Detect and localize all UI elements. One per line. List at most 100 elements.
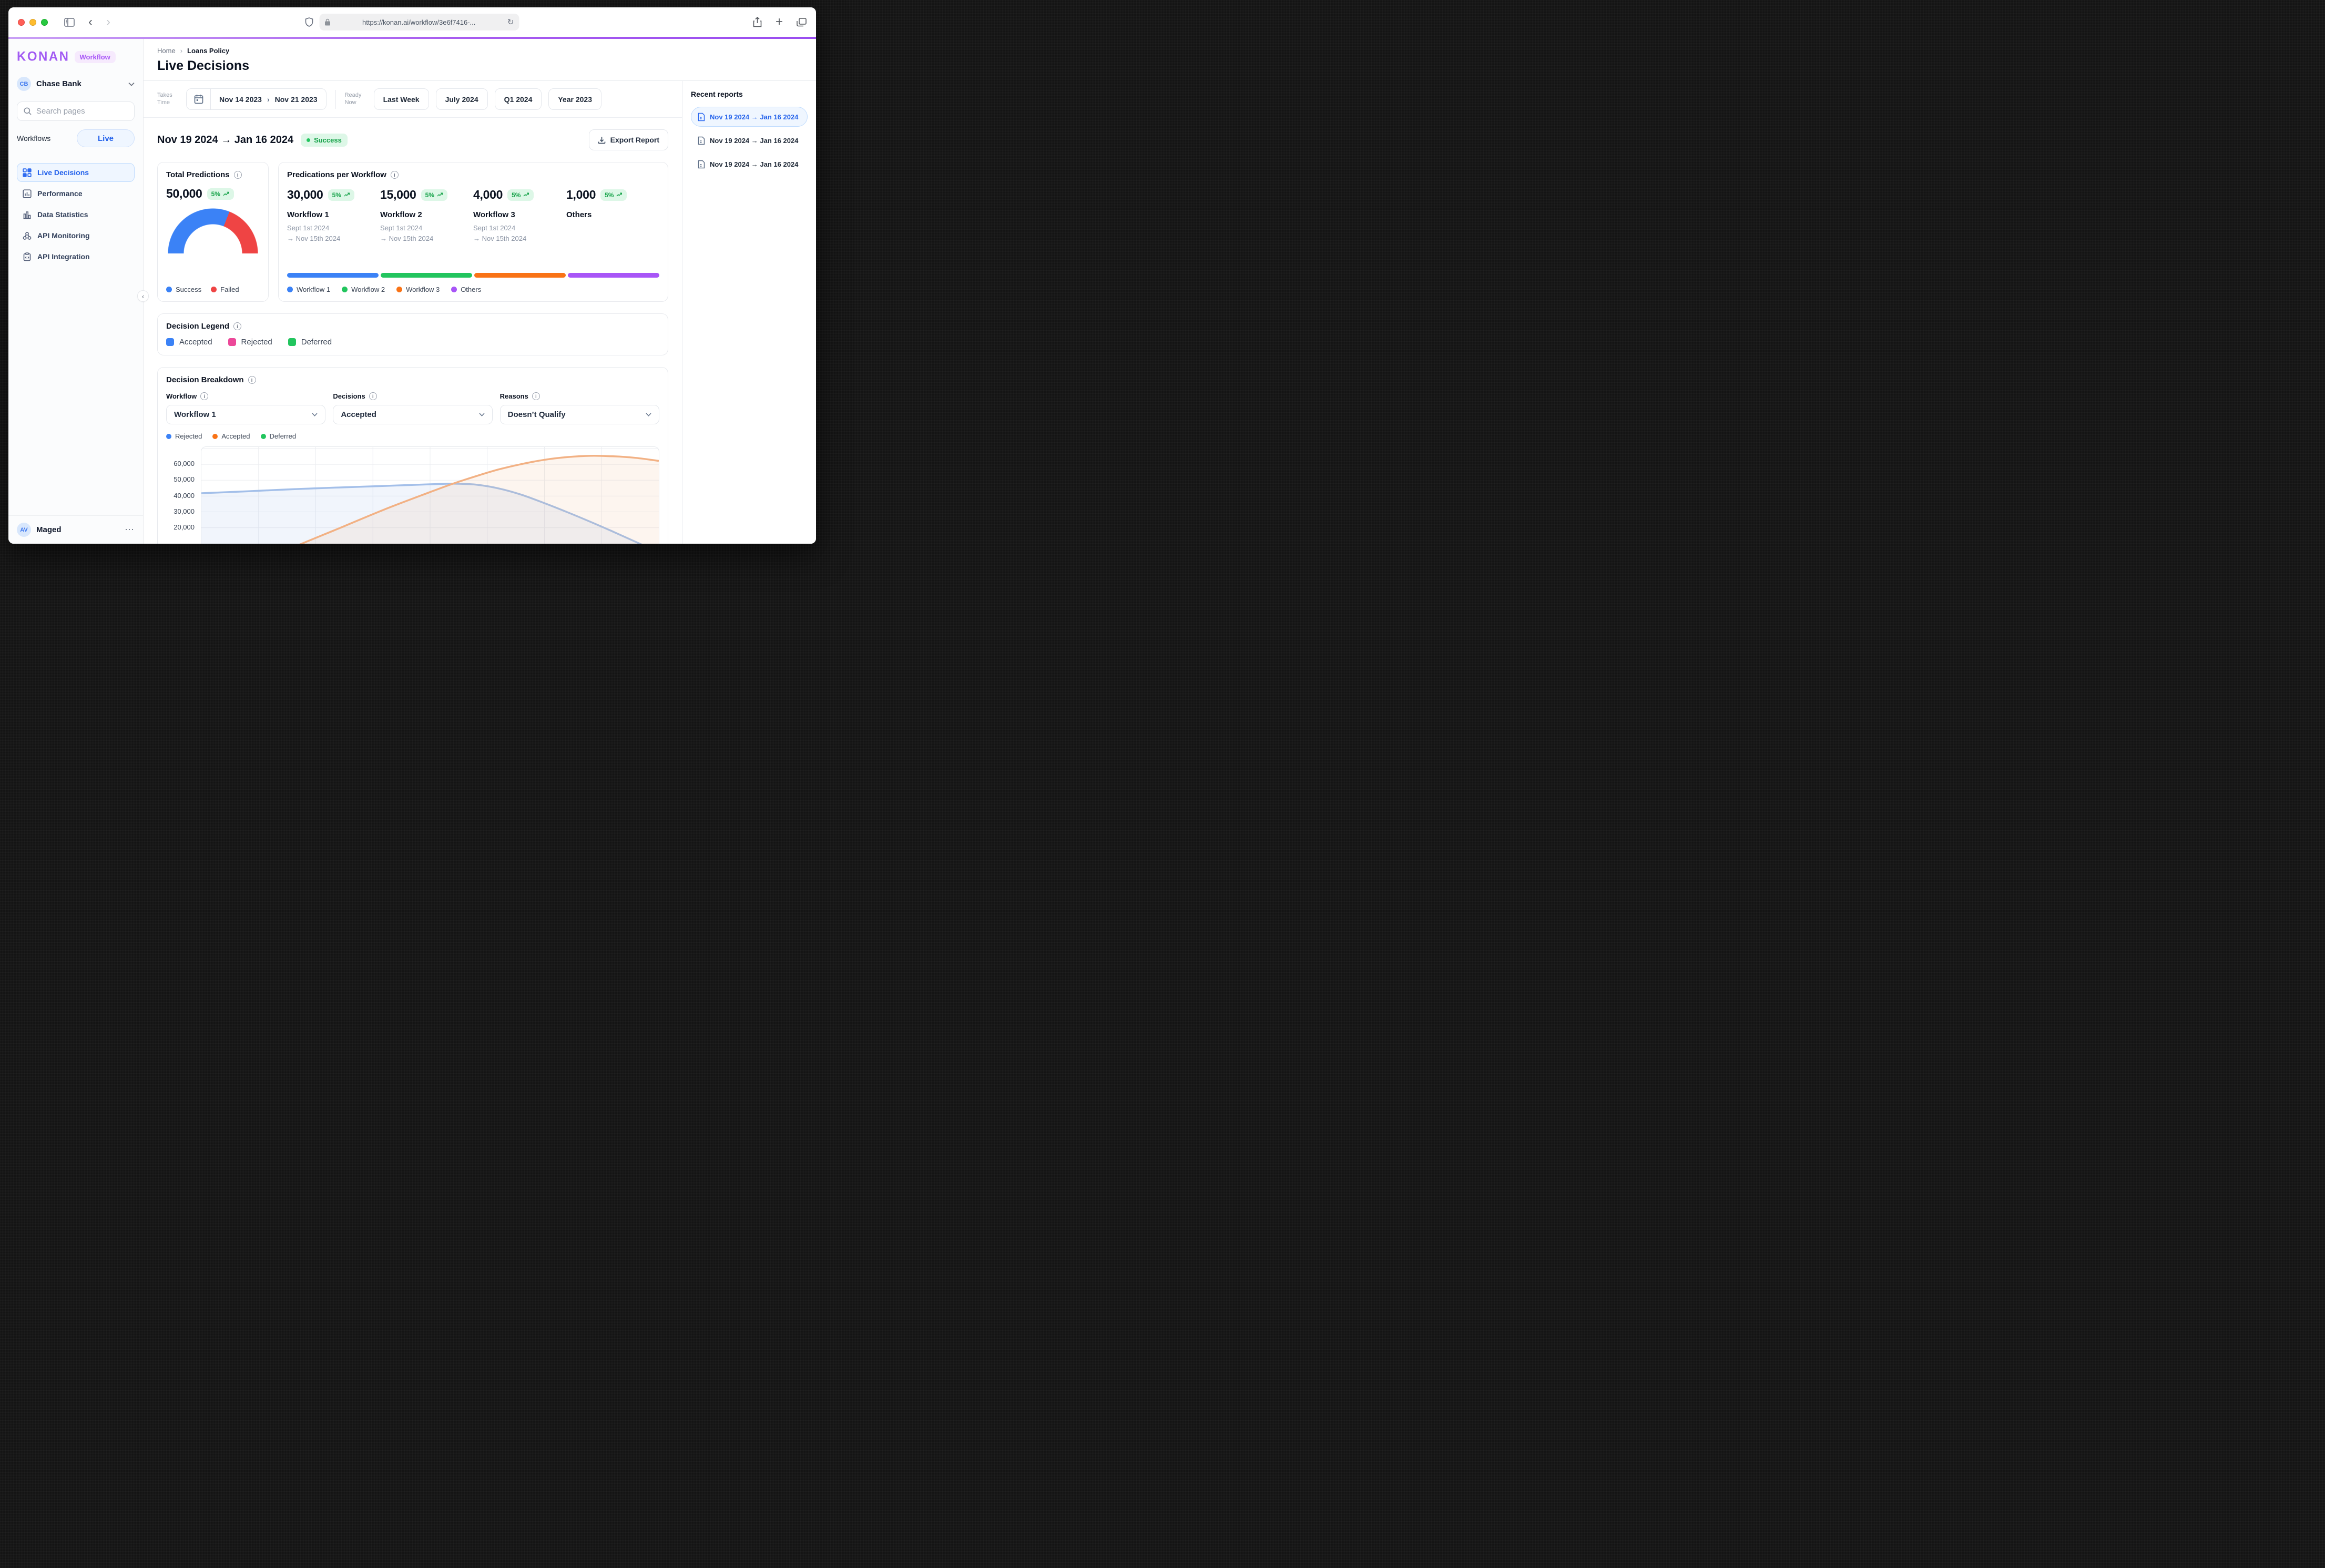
org-name: Chase Bank — [36, 79, 123, 88]
sidebar-item-label: Live Decisions — [37, 168, 89, 177]
workflow-select[interactable]: Workflow 1 — [166, 405, 325, 424]
webhook-icon — [23, 231, 32, 240]
total-predictions-title: Total Predictions — [166, 170, 230, 179]
calendar-icon — [187, 89, 211, 109]
recent-report-item[interactable]: Nov 19 2024 → Jan 16 2024 — [691, 130, 808, 150]
privacy-shield-icon[interactable] — [305, 17, 313, 27]
predictions-per-workflow-card: Predications per Workflow i 30,000 5% — [278, 162, 668, 302]
chevron-down-icon — [312, 413, 318, 416]
workflow-share-bar — [287, 273, 659, 278]
preset-last-week[interactable]: Last Week — [374, 88, 429, 110]
browser-window: ‹ › https://konan.ai/workflow/3e6f7416-.… — [8, 7, 816, 544]
info-icon[interactable]: i — [200, 392, 208, 400]
org-switcher[interactable]: CB Chase Bank — [17, 77, 135, 91]
breadcrumb-current: Loans Policy — [187, 47, 229, 55]
forward-button[interactable]: › — [106, 16, 110, 28]
workflow-stat: 30,000 5% Workflow 1 Sept 1st 2024→ Nov … — [287, 188, 380, 243]
y-axis-tick: 30,000 — [174, 507, 195, 515]
breadcrumb-home[interactable]: Home — [157, 47, 176, 55]
decision-legend-title: Decision Legend — [166, 322, 229, 331]
status-badge: Success — [301, 134, 348, 147]
trending-up-icon — [344, 192, 350, 197]
breadcrumb: Home › Loans Policy — [157, 47, 802, 55]
workflow-stat: 1,000 5% Others — [566, 188, 659, 243]
date-range-picker[interactable]: Nov 14 2023 › Nov 21 2023 — [186, 88, 327, 110]
preset-year-2023[interactable]: Year 2023 — [548, 88, 601, 110]
chevron-right-icon: › — [180, 47, 182, 55]
reasons-select[interactable]: Doesn’t Qualify — [500, 405, 659, 424]
info-icon[interactable]: i — [391, 171, 399, 179]
workflow-select-label: Workflow — [166, 392, 197, 400]
workflows-label: Workflows — [17, 134, 50, 142]
divider — [335, 90, 336, 109]
lock-icon — [325, 18, 331, 26]
sidebar-item-data-statistics[interactable]: Data Statistics — [17, 205, 135, 224]
share-icon[interactable] — [753, 17, 762, 27]
konan-logo: KONAN — [17, 49, 70, 64]
tab-overview-icon[interactable] — [797, 18, 807, 27]
user-avatar: AV — [17, 523, 31, 537]
recent-report-item[interactable]: Nov 19 2024 → Jan 16 2024 — [691, 154, 808, 174]
zoom-window-button[interactable] — [41, 19, 48, 26]
date-to: Nov 21 2023 — [275, 95, 318, 104]
report-content: Nov 19 2024 → Jan 16 2024 Success — [144, 118, 682, 544]
info-icon[interactable]: i — [248, 376, 256, 384]
chevron-down-icon — [128, 82, 135, 86]
workflow-stat: 15,000 5% Workflow 2 Sept 1st 2024→ Nov … — [380, 188, 473, 243]
sidebar-item-live-decisions[interactable]: Live Decisions — [17, 163, 135, 182]
ready-now-label: Ready Now — [345, 92, 367, 107]
delta-badge: 5% — [207, 188, 234, 200]
sidebar-item-api-monitoring[interactable]: API Monitoring — [17, 226, 135, 245]
url-bar[interactable]: https://konan.ai/workflow/3e6f7416-... ↻ — [320, 14, 519, 30]
trending-up-icon — [223, 191, 230, 197]
new-tab-button[interactable]: + — [776, 16, 783, 28]
chart-y-axis: 20,00030,00040,00050,00060,000 — [166, 446, 201, 544]
search-box — [17, 101, 135, 121]
decisions-select[interactable]: Accepted — [333, 405, 492, 424]
sidebar-item-label: Performance — [37, 189, 83, 198]
live-toggle[interactable]: Live — [77, 129, 135, 147]
sidebar-item-api-integration[interactable]: API Integration — [17, 247, 135, 266]
workflow-badge: Workflow — [75, 51, 116, 63]
predictions-gauge — [168, 208, 258, 253]
recent-report-item[interactable]: Nov 19 2024 → Jan 16 2024 — [691, 107, 808, 127]
info-icon[interactable]: i — [234, 171, 242, 179]
url-text: https://konan.ai/workflow/3e6f7416-... — [334, 18, 504, 26]
clipboard-code-icon — [23, 252, 32, 261]
user-menu-icon[interactable]: ⋯ — [125, 524, 135, 535]
recent-reports-title: Recent reports — [691, 90, 808, 98]
sidebar-collapse-button[interactable]: ‹ — [137, 290, 149, 302]
date-from: Nov 14 2023 — [219, 95, 262, 104]
info-icon[interactable]: i — [532, 392, 540, 400]
sidebar-item-label: API Monitoring — [37, 231, 90, 240]
download-icon — [598, 136, 606, 144]
sidebar-item-label: Data Statistics — [37, 210, 88, 219]
info-icon[interactable]: i — [369, 392, 377, 400]
info-icon[interactable]: i — [233, 322, 241, 330]
minimize-window-button[interactable] — [29, 19, 36, 26]
sidebar-item-performance[interactable]: Performance — [17, 184, 135, 203]
trending-up-icon — [437, 192, 443, 197]
page-header: Home › Loans Policy Live Decisions — [144, 39, 816, 81]
preset-july-2024[interactable]: July 2024 — [436, 88, 488, 110]
export-report-button[interactable]: Export Report — [589, 129, 668, 150]
decision-breakdown-card: Decision Breakdown i Workflowi Workflow … — [157, 367, 668, 544]
decision-legend-card: Decision Legend i Accepted Rejected Defe… — [157, 313, 668, 355]
search-input[interactable] — [36, 107, 128, 116]
chevron-down-icon — [479, 413, 485, 416]
browser-toolbar: ‹ › https://konan.ai/workflow/3e6f7416-.… — [8, 7, 816, 37]
total-predictions-value: 50,000 — [166, 187, 202, 201]
status-dot — [307, 138, 310, 142]
reload-icon[interactable]: ↻ — [507, 17, 514, 27]
breakdown-chart-legend: Rejected Accepted Deferred — [166, 432, 659, 440]
back-button[interactable]: ‹ — [88, 16, 93, 28]
sidebar-toggle-icon[interactable] — [64, 18, 75, 27]
org-avatar: CB — [17, 77, 31, 91]
dashboard-icon — [23, 168, 32, 177]
y-axis-tick: 60,000 — [174, 460, 195, 467]
sidebar: KONAN Workflow CB Chase Bank — [8, 39, 144, 544]
y-axis-tick: 20,000 — [174, 523, 195, 531]
close-window-button[interactable] — [18, 19, 25, 26]
bar-chart-icon — [23, 189, 32, 198]
preset-q1-2024[interactable]: Q1 2024 — [495, 88, 542, 110]
